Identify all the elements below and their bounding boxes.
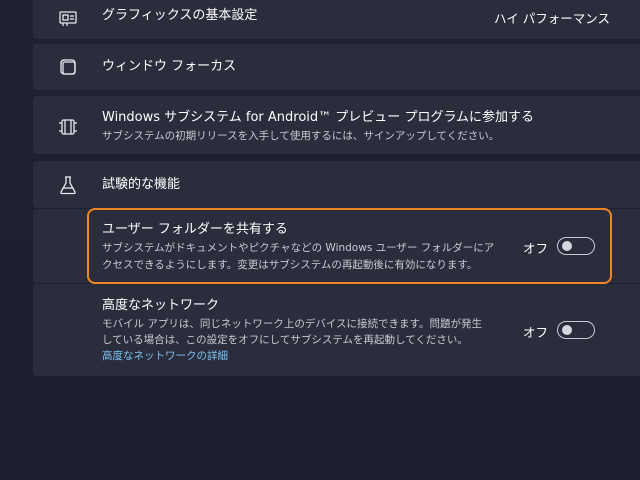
advanced-network-details-link[interactable]: 高度なネットワークの詳細 xyxy=(102,349,228,364)
film-icon xyxy=(57,116,79,138)
preview-program-title: Windows サブシステム for Android™ プレビュー プログラムに… xyxy=(102,110,535,125)
settings-page: グラフィックスの基本設定 ハイ パフォーマンス ウィンドウ フォーカス Wind… xyxy=(0,0,640,480)
graphics-preference-title: グラフィックスの基本設定 xyxy=(102,8,258,23)
experimental-features-title: 試験的な機能 xyxy=(102,177,181,192)
advanced-network-title: 高度なネットワーク xyxy=(102,298,220,313)
window-focus-row[interactable]: ウィンドウ フォーカス xyxy=(33,44,640,90)
toggle-knob xyxy=(562,325,572,335)
graphics-card-icon xyxy=(57,7,79,29)
preview-program-row[interactable]: Windows サブシステム for Android™ プレビュー プログラムに… xyxy=(33,96,640,154)
window-icon xyxy=(57,56,79,78)
experimental-features-header[interactable]: 試験的な機能 xyxy=(33,161,640,208)
advanced-network-description-line1: モバイル アプリは、同じネットワーク上のデバイスに接続できます。問題が発生 xyxy=(102,318,482,330)
advanced-network-toggle-label: オフ xyxy=(523,325,549,340)
graphics-preference-value[interactable]: ハイ パフォーマンス xyxy=(494,8,610,27)
advanced-network-description-line2: している場合は、この設定をオフにしてサブシステムを再起動してください。 xyxy=(102,334,468,346)
preview-program-description: サブシステムの初期リリースを入手して使用するには、サインアップしてください。 xyxy=(102,130,500,142)
window-focus-title: ウィンドウ フォーカス xyxy=(102,59,237,74)
graphics-preference-row[interactable]: グラフィックスの基本設定 ハイ パフォーマンス xyxy=(33,0,640,39)
keyboard-focus-ring xyxy=(87,208,612,284)
advanced-network-row[interactable]: 高度なネットワーク モバイル アプリは、同じネットワーク上のデバイスに接続できま… xyxy=(33,284,640,376)
flask-icon xyxy=(57,174,79,196)
advanced-network-toggle[interactable] xyxy=(557,321,595,339)
